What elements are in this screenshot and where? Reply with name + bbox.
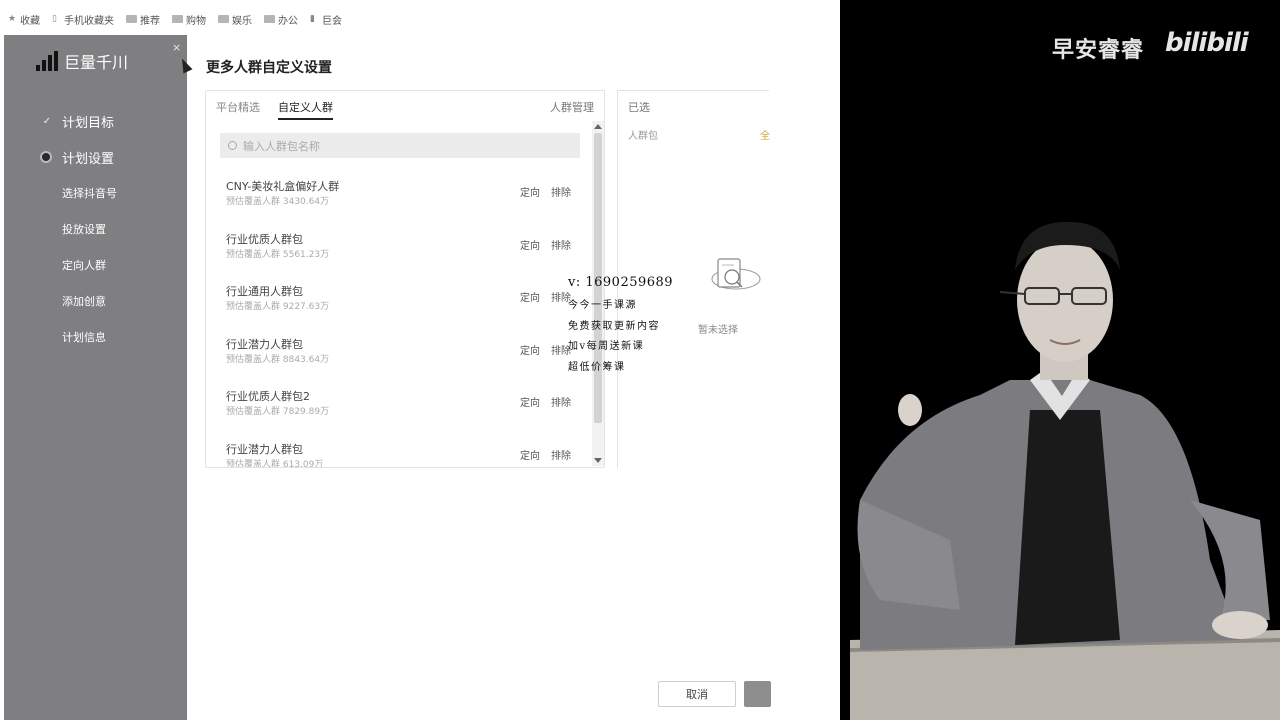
sidebar: × 巨量千川 ✓ 计划目标 计划设置 选择抖音号 投放设置 定向人群 添加创意 … (4, 35, 187, 720)
overlay-line: 加v每周送新课 (568, 341, 645, 352)
list-item: 行业优质人群包2 预估覆盖人群 7829.89万 定向 排除 (206, 381, 591, 434)
bookmark-juhui[interactable]: ▮ 巨会 (310, 12, 342, 27)
list-item: 行业通用人群包 预估覆盖人群 9227.63万 定向 排除 (206, 276, 591, 329)
bookmark-label: 巨会 (322, 15, 342, 27)
audience-size: 预估覆盖人群 9227.63万 (226, 302, 330, 312)
selected-title: 已选 (628, 101, 650, 114)
overlay-contact: v: 1690259689 (568, 275, 674, 290)
sidebar-item-plan-goal[interactable]: ✓ 计划目标 (4, 103, 187, 139)
overlay-line: 超低价筹课 (568, 361, 626, 373)
target-button[interactable]: 定向 (520, 447, 540, 462)
target-button[interactable]: 定向 (520, 394, 540, 409)
folder-icon (218, 15, 229, 23)
bookmark-label: 娱乐 (232, 15, 252, 27)
star-icon: ★ (8, 13, 17, 24)
folder-icon (172, 15, 183, 23)
exclude-button[interactable]: 排除 (551, 237, 571, 252)
audience-name: 行业潜力人群包 (226, 442, 303, 456)
audience-tabs: 平台精选 自定义人群 (216, 99, 333, 120)
exclude-button[interactable]: 排除 (551, 184, 571, 199)
webcam-feed: 早安睿睿 bilibili (840, 0, 1280, 720)
overlay-line: 今今一手课源 (568, 300, 637, 311)
audience-size: 预估覆盖人群 5561.23万 (226, 249, 330, 260)
audience-size: 预估覆盖人群 7829.89万 (226, 407, 330, 417)
sidebar-nav: ✓ 计划目标 计划设置 选择抖音号 投放设置 定向人群 添加创意 计划信息 (4, 103, 187, 355)
audience-name: CNY-美妆礼盒偏好人群 (226, 180, 340, 193)
bookmark-label: 推荐 (140, 15, 160, 27)
scroll-up-icon[interactable] (594, 124, 602, 129)
audience-list: CNY-美妆礼盒偏好人群 预估覆盖人群 3430.64万 定向 排除 行业优质人… (206, 171, 591, 467)
bilibili-logo: bilibili (1165, 28, 1249, 58)
target-button[interactable]: 定向 (520, 342, 540, 357)
sidebar-subitem-plan-info[interactable]: 计划信息 (4, 319, 187, 355)
list-item: 行业潜力人群包 预估覆盖人群 8843.64万 定向 排除 (206, 329, 591, 382)
confirm-button[interactable] (744, 681, 771, 707)
app-logo: 巨量千川 (36, 49, 128, 73)
bookmark-office[interactable]: 办公 (264, 12, 298, 27)
folder-icon (264, 15, 275, 23)
list-item: 行业潜力人群包 预估覆盖人群 613.09万 定向 排除 (206, 434, 591, 468)
page-title: 更多人群自定义设置 (206, 60, 332, 76)
bookmark-favorites[interactable]: ★ 收藏 (8, 12, 40, 27)
audience-name: 行业潜力人群包 (226, 337, 303, 351)
empty-state-icon (711, 258, 761, 290)
audience-name: 行业通用人群包 (226, 285, 303, 298)
audience-name: 行业优质人群包2 (226, 390, 310, 403)
page-icon: ▮ (310, 13, 315, 24)
watermark-overlay: v: 1690259689 今今一手课源 免费获取更新内容 加v每周送新课 超低… (568, 275, 673, 378)
audience-size: 预估覆盖人群 8843.64万 (226, 354, 330, 365)
selected-pack-label: 人群包 (628, 131, 658, 142)
bookmark-recommend[interactable]: 推荐 (126, 12, 160, 27)
channel-name: 早安睿睿 (1052, 38, 1145, 63)
target-button[interactable]: 定向 (520, 289, 540, 304)
step-dot-icon (40, 151, 52, 163)
audience-size: 预估覆盖人群 613.09万 (226, 459, 324, 468)
bookmark-label: 办公 (278, 15, 298, 27)
presenter-video (840, 0, 1280, 720)
audience-list-card: 平台精选 自定义人群 人群管理 输入人群包名称 CNY-美妆礼盒偏好人群 预估覆… (205, 90, 605, 468)
search-placeholder: 输入人群包名称 (243, 139, 320, 153)
empty-state-text: 暂未选择 (698, 325, 738, 336)
audience-size: 预估覆盖人群 3430.64万 (226, 197, 330, 207)
clear-all-link[interactable]: 全 (760, 127, 770, 142)
sidebar-subitem-add-creative[interactable]: 添加创意 (4, 283, 187, 319)
list-item: 行业优质人群包 预估覆盖人群 5561.23万 定向 排除 (206, 224, 591, 277)
sidebar-close-icon[interactable]: × (172, 41, 181, 54)
exclude-button[interactable]: 排除 (551, 447, 571, 462)
exclude-button[interactable]: 排除 (551, 394, 571, 409)
target-button[interactable]: 定向 (520, 184, 540, 199)
audience-manage-link[interactable]: 人群管理 (550, 99, 594, 115)
audience-name: 行业优质人群包 (226, 232, 303, 246)
bookmark-entertainment[interactable]: 娱乐 (218, 12, 252, 27)
phone-icon: ▯ (52, 13, 57, 24)
bookmark-shopping[interactable]: 购物 (172, 12, 206, 27)
sidebar-subitem-targeting[interactable]: 定向人群 (4, 247, 187, 283)
check-icon: ✓ (42, 115, 52, 127)
sidebar-item-label: 计划设置 (62, 151, 115, 167)
tab-custom-audience[interactable]: 自定义人群 (278, 99, 333, 120)
search-input[interactable]: 输入人群包名称 (220, 133, 580, 158)
bookmark-label: 收藏 (20, 15, 40, 27)
overlay-line: 免费获取更新内容 (568, 320, 660, 332)
bookmark-label: 购物 (186, 15, 206, 27)
tab-platform-picks[interactable]: 平台精选 (216, 99, 260, 120)
bookmark-label: 手机收藏夹 (64, 15, 114, 27)
folder-icon (126, 15, 137, 23)
sidebar-item-plan-settings[interactable]: 计划设置 (4, 139, 187, 175)
browser-screen: ★ 收藏 ▯ 手机收藏夹 推荐 购物 娱乐 办公 ▮ 巨会 × 巨量千川 ✓ 计… (0, 0, 840, 720)
logo-text: 巨量千川 (64, 53, 129, 72)
bookmark-mobile[interactable]: ▯ 手机收藏夹 (52, 12, 114, 27)
target-button[interactable]: 定向 (520, 237, 540, 252)
scroll-down-icon[interactable] (594, 458, 602, 463)
sidebar-item-label: 计划目标 (62, 115, 115, 131)
sidebar-subitem-delivery-settings[interactable]: 投放设置 (4, 211, 187, 247)
search-icon (228, 141, 237, 150)
sidebar-subitem-douyin-account[interactable]: 选择抖音号 (4, 175, 187, 211)
logo-bars-icon (36, 51, 58, 71)
bookmarks-bar: ★ 收藏 ▯ 手机收藏夹 推荐 购物 娱乐 办公 ▮ 巨会 (0, 0, 840, 38)
list-item: CNY-美妆礼盒偏好人群 预估覆盖人群 3430.64万 定向 排除 (206, 171, 591, 224)
cancel-button[interactable]: 取消 (658, 681, 736, 707)
